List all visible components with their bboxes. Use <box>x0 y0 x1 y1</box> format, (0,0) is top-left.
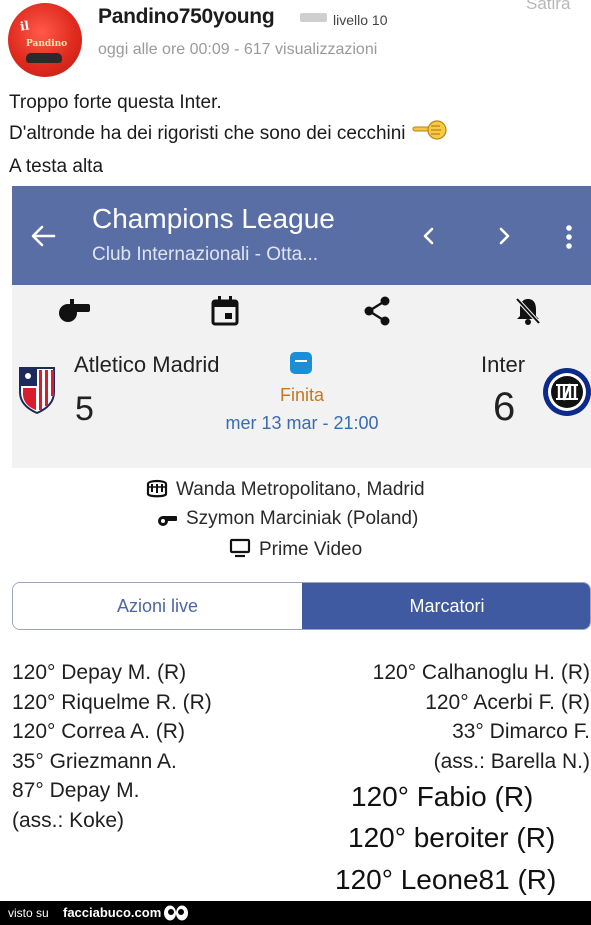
user-level: livello 10 <box>333 12 388 28</box>
post-header: il Pandino Pandino750young livello 10 Sa… <box>0 0 591 82</box>
home-scorer: 120° Depay M. (R) <box>12 661 187 684</box>
post-line-3: A testa alta <box>9 156 104 177</box>
prime-video-badge-icon <box>290 352 312 374</box>
watermark-footer: visto su facciabuco.com <box>0 901 591 925</box>
back-arrow-icon[interactable] <box>30 224 56 253</box>
post-line-1: Troppo forte questa Inter. <box>9 92 222 113</box>
home-team-score: 5 <box>75 390 94 428</box>
competition-title: Champions League <box>92 203 335 234</box>
home-scorer-assist: (ass.: Koke) <box>12 808 125 832</box>
atletico-madrid-crest-icon <box>18 366 56 419</box>
competition-subtitle: Club Internazionali - Otta... <box>92 244 318 265</box>
tv-row: Prime Video <box>229 538 362 564</box>
username[interactable]: Pandino750young <box>98 5 275 29</box>
home-scorer: 120° Riquelme R. (R) <box>12 690 212 714</box>
share-icon[interactable] <box>361 295 393 332</box>
away-team-name[interactable]: Inter <box>481 352 525 378</box>
stadium-name: Wanda Metropolitano, Madrid <box>176 479 425 500</box>
footer-prefix: visto su <box>8 906 49 920</box>
match-tabs: Azioni live Marcatori <box>12 582 591 630</box>
added-scorer: 120° Leone81 (R) <box>335 864 557 895</box>
stadium-row: Wanda Metropolitano, Madrid <box>146 478 425 504</box>
away-scorer: 33° Dimarco F. <box>452 720 590 743</box>
avatar-mid-text: Pandino <box>26 39 68 49</box>
away-scorer: 120° Calhanoglu H. (R) <box>372 661 590 684</box>
added-scorer: 120° Fabio (R) <box>351 781 534 812</box>
away-scorers-list: 120° Calhanoglu H. (R) 120° Acerbi F. (R… <box>373 658 590 776</box>
chevron-right-icon[interactable] <box>496 226 512 251</box>
match-panel: Atletico Madrid 5 Finita mer 13 mar - 21… <box>12 285 591 468</box>
eyes-logo-icon <box>163 904 189 925</box>
whistle-icon[interactable] <box>56 295 94 330</box>
more-vert-icon[interactable] <box>564 224 574 255</box>
home-scorer: 120° Correa A. (R) <box>12 720 185 743</box>
avatar-car-shape <box>26 53 62 63</box>
post-text: Troppo forte questa Inter. D'altronde ha… <box>9 88 579 182</box>
match-datetime: mer 13 mar - 21:00 <box>225 413 379 433</box>
home-scorers-list: 120° Depay M. (R) 120° Riquelme R. (R) 1… <box>12 658 212 835</box>
referee-whistle-icon <box>156 511 178 533</box>
post-meta: oggi alle ore 00:09 - 617 visualizzazion… <box>98 41 378 58</box>
away-team-score: 6 <box>493 385 516 429</box>
notifications-off-icon[interactable] <box>512 295 544 332</box>
home-scorer: 35° Griezmann A. <box>12 749 177 773</box>
pointing-finger-emoji-icon <box>412 118 448 152</box>
home-scorer: 87° Depay M. <box>12 779 140 802</box>
tv-channel: Prime Video <box>259 539 363 560</box>
avatar-top-text: il <box>19 18 31 34</box>
tv-icon <box>229 538 251 564</box>
app-header: Champions League Club Internazionali - O… <box>12 186 591 285</box>
away-scorer-assist: (ass.: Barella N.) <box>433 749 590 773</box>
away-scorer: 120° Acerbi F. (R) <box>425 690 590 714</box>
level-bar <box>300 13 327 22</box>
post-category[interactable]: Satira <box>526 0 570 14</box>
inter-crest-icon <box>542 367 591 422</box>
chevron-left-icon[interactable] <box>421 226 437 251</box>
tab-marcatori[interactable]: Marcatori <box>302 583 590 629</box>
referee-name: Szymon Marciniak (Poland) <box>186 508 419 529</box>
tab-azioni-live[interactable]: Azioni live <box>13 583 302 629</box>
home-team-name[interactable]: Atletico Madrid <box>74 352 220 378</box>
match-status: Finita <box>279 385 324 405</box>
post-line-2-wrap: D'altronde ha dei rigoristi che sono dei… <box>9 118 579 152</box>
calendar-icon[interactable] <box>210 295 240 332</box>
footer-site[interactable]: facciabuco.com <box>63 905 161 920</box>
stadium-icon <box>146 478 168 504</box>
avatar[interactable]: il Pandino <box>8 3 82 77</box>
referee-row: Szymon Marciniak (Poland) <box>156 508 418 533</box>
post-line-2: D'altronde ha dei rigoristi che sono dei… <box>9 123 406 144</box>
added-scorer: 120° beroiter (R) <box>348 822 556 853</box>
